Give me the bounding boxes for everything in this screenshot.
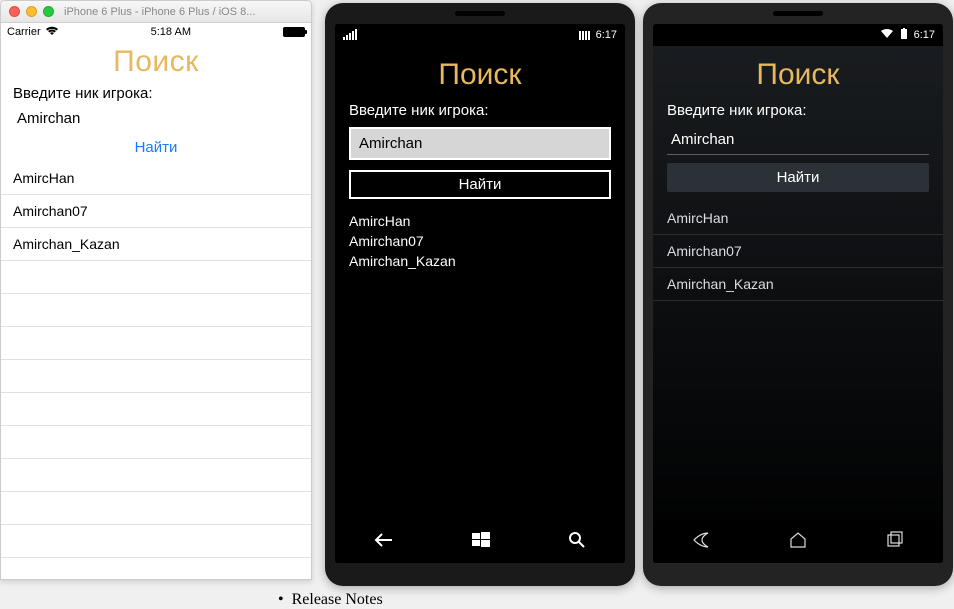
- background-article-text: • Release Notes: [278, 591, 383, 609]
- battery-icon: [900, 28, 908, 43]
- ios-status-bar: Carrier 5:18 AM: [1, 23, 311, 41]
- recent-apps-icon[interactable]: [884, 529, 906, 556]
- windows-icon[interactable]: [472, 531, 490, 554]
- phone-speaker: [773, 11, 823, 16]
- android-nav-bar: [653, 521, 943, 563]
- list-item[interactable]: [1, 426, 311, 459]
- wp-nav-bar: [335, 521, 625, 563]
- wifi-icon: [880, 28, 894, 42]
- ios-simulator-window: iPhone 6 Plus - iPhone 6 Plus / iOS 8...…: [0, 0, 312, 580]
- list-item[interactable]: [1, 525, 311, 558]
- list-item[interactable]: AmircHan: [653, 202, 943, 235]
- wifi-icon: [45, 26, 59, 39]
- results-list: AmircHan Amirchan07 Amirchan_Kazan: [1, 162, 311, 558]
- wp-screen: 6:17 Поиск Введите ник игрока: Найти Ami…: [335, 24, 625, 563]
- input-label: Введите ник игрока:: [653, 98, 943, 123]
- list-item[interactable]: [1, 327, 311, 360]
- android-screen: 6:17 Поиск Введите ник игрока: Найти Ami…: [653, 24, 943, 563]
- list-item[interactable]: [1, 261, 311, 294]
- list-item[interactable]: Amirchan_Kazan: [653, 268, 943, 301]
- traffic-lights: [9, 6, 54, 17]
- window-title: iPhone 6 Plus - iPhone 6 Plus / iOS 8...: [64, 6, 303, 18]
- page-title: Поиск: [653, 46, 943, 98]
- search-icon[interactable]: [568, 531, 586, 554]
- close-window-button[interactable]: [9, 6, 20, 17]
- wp-status-bar: 6:17: [335, 24, 625, 46]
- list-item[interactable]: [1, 393, 311, 426]
- release-notes-label: Release Notes: [292, 591, 383, 608]
- clock-label: 6:17: [596, 29, 617, 41]
- list-item[interactable]: Amirchan07: [653, 235, 943, 268]
- list-item[interactable]: AmircHan: [1, 162, 311, 195]
- macos-titlebar: iPhone 6 Plus - iPhone 6 Plus / iOS 8...: [1, 1, 311, 23]
- battery-icon: [283, 27, 305, 37]
- results-list: AmircHan Amirchan07 Amirchan_Kazan: [653, 202, 943, 301]
- clock-label: 6:17: [914, 29, 935, 41]
- list-item[interactable]: AmircHan: [349, 211, 611, 231]
- list-item[interactable]: [1, 294, 311, 327]
- minimize-window-button[interactable]: [26, 6, 37, 17]
- signal-icon: [343, 30, 357, 40]
- android-phone-frame: 6:17 Поиск Введите ник игрока: Найти Ami…: [643, 3, 953, 586]
- input-label: Введите ник игрока:: [1, 81, 311, 104]
- nickname-input[interactable]: [667, 127, 929, 155]
- carrier-label: Carrier: [7, 26, 41, 38]
- page-title: Поиск: [335, 46, 625, 98]
- android-status-bar: 6:17: [653, 24, 943, 46]
- back-icon[interactable]: [690, 529, 712, 556]
- home-icon[interactable]: [787, 529, 809, 556]
- clock-label: 5:18 AM: [151, 26, 191, 38]
- list-item[interactable]: [1, 492, 311, 525]
- nickname-input[interactable]: [11, 106, 301, 131]
- list-item[interactable]: [1, 459, 311, 492]
- find-button[interactable]: Найти: [1, 133, 311, 162]
- list-item[interactable]: Amirchan07: [1, 195, 311, 228]
- nickname-input[interactable]: [349, 127, 611, 160]
- zoom-window-button[interactable]: [43, 6, 54, 17]
- back-icon[interactable]: [374, 532, 394, 553]
- list-item[interactable]: Amirchan_Kazan: [1, 228, 311, 261]
- find-button[interactable]: Найти: [349, 170, 611, 199]
- page-title: Поиск: [1, 41, 311, 81]
- windows-phone-frame: 6:17 Поиск Введите ник игрока: Найти Ami…: [325, 3, 635, 586]
- results-list: AmircHan Amirchan07 Amirchan_Kazan: [335, 207, 625, 275]
- find-button[interactable]: Найти: [667, 163, 929, 192]
- input-label: Введите ник игрока:: [335, 98, 625, 123]
- list-item[interactable]: [1, 360, 311, 393]
- phone-speaker: [455, 11, 505, 16]
- bullet-icon: •: [278, 591, 292, 608]
- battery-icon: [579, 30, 590, 40]
- list-item[interactable]: Amirchan_Kazan: [349, 251, 611, 271]
- list-item[interactable]: Amirchan07: [349, 231, 611, 251]
